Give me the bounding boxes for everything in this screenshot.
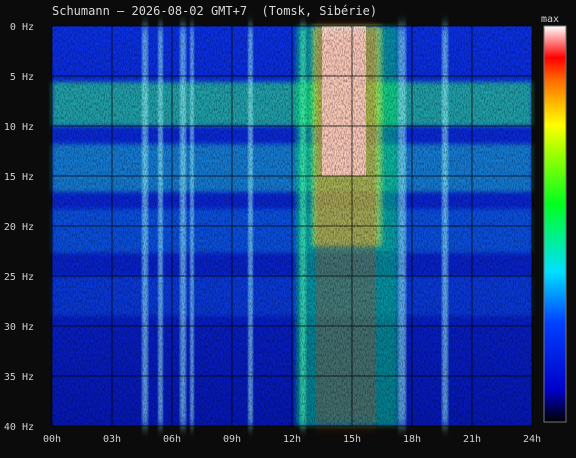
x-tick-label: 15h [343, 434, 361, 445]
x-tick-label: 12h [283, 434, 301, 445]
x-tick-label: 00h [43, 434, 61, 445]
x-tick-label: 03h [103, 434, 121, 445]
x-tick-label: 06h [163, 434, 181, 445]
colorbar-gradient [544, 26, 566, 422]
y-tick-label: 30 Hz [4, 322, 34, 333]
x-tick-label: 24h [523, 434, 541, 445]
x-tick-label: 09h [223, 434, 241, 445]
x-tick-label: 18h [403, 434, 421, 445]
colorbar: max [541, 14, 567, 423]
y-tick-label: 0 Hz [10, 22, 34, 33]
y-tick-label: 25 Hz [4, 272, 34, 283]
y-tick-label: 40 Hz [4, 422, 34, 433]
spectrogram-chart: 00h 03h 06h 09h 12h 15h 18h 21h 24h 0 Hz 5 Hz 10 H… [4, 14, 567, 445]
x-axis: 00h 03h 06h 09h 12h 15h 18h 21h 24h [43, 434, 541, 445]
colorbar-label: max [541, 14, 559, 25]
y-tick-label: 5 Hz [10, 72, 34, 83]
y-axis: 0 Hz 5 Hz 10 Hz 15 Hz 20 Hz 25 Hz 30 Hz 35 Hz 40… [4, 22, 34, 433]
x-tick-label: 21h [463, 434, 481, 445]
y-tick-label: 15 Hz [4, 172, 34, 183]
y-tick-label: 20 Hz [4, 222, 34, 233]
y-tick-label: 35 Hz [4, 372, 34, 383]
y-tick-label: 10 Hz [4, 122, 34, 133]
